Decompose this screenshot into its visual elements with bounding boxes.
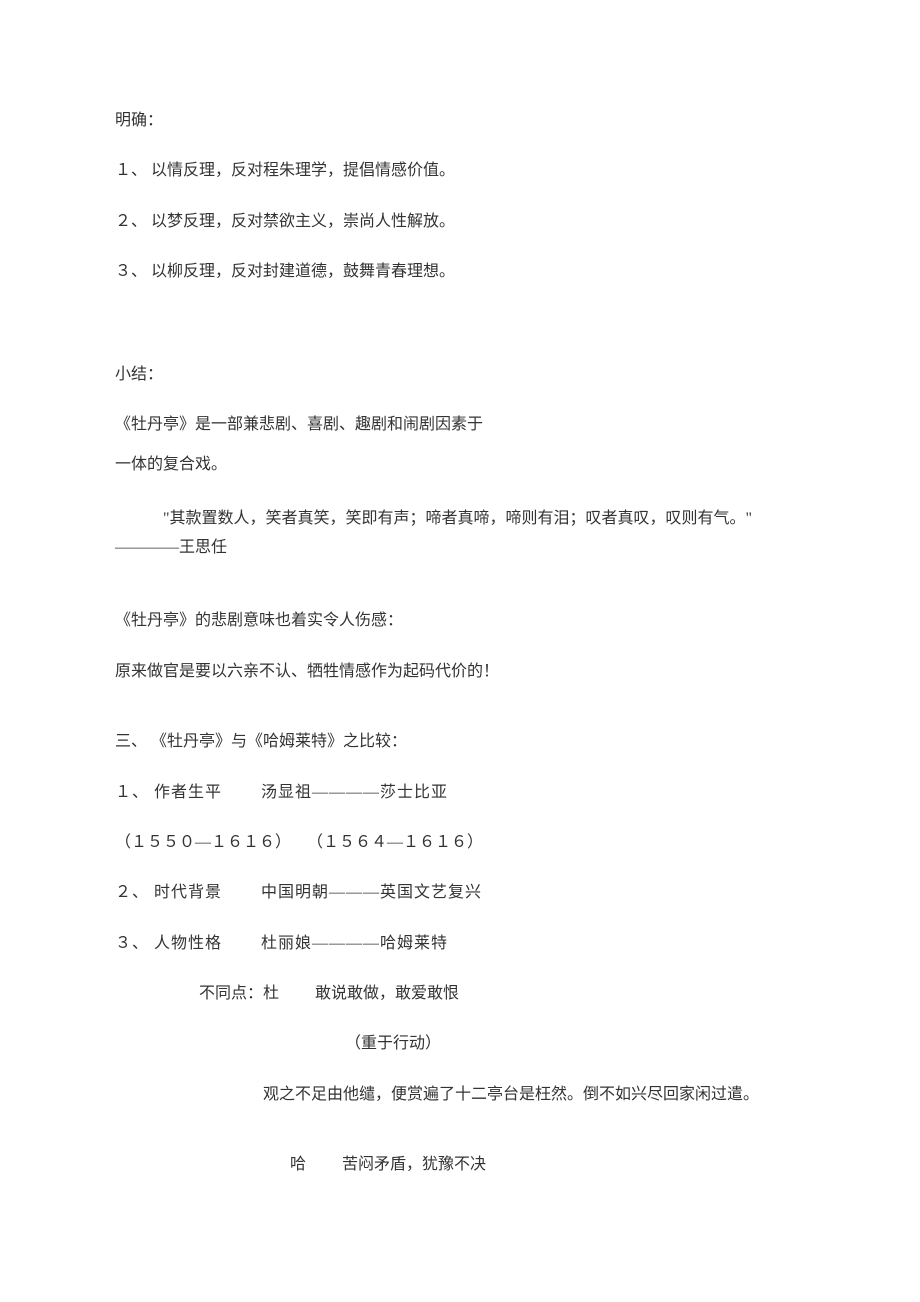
compare-character: ３、 人物性格 杜丽娘————哈姆莱特 — [115, 933, 805, 955]
compare-era: ２、 时代背景 中国明朝———英国文艺复兴 — [115, 882, 805, 904]
quote-block: "其款置数人，笑者真笑，笑即有声；啼者真啼，啼则有泪；叹者真叹，叹则有气。" —… — [115, 505, 805, 563]
point-1: １、 以情反理，反对程朱理学，提倡情感价值。 — [115, 160, 805, 182]
summary-line-2: 一体的复合戏。 — [115, 454, 805, 476]
point-2: ２、 以梦反理，反对禁欲主义，崇尚人性解放。 — [115, 211, 805, 233]
compare-heading: 三、 《牡丹亭》与《哈姆莱特》之比较： — [115, 731, 805, 753]
diff-du-note: （重于行动） — [115, 1033, 805, 1055]
heading-mingque: 明确： — [115, 110, 805, 132]
point-3: ３、 以柳反理，反对封建道德，鼓舞青春理想。 — [115, 261, 805, 283]
tragedy-content: 原来做官是要以六亲不认、牺牲情感作为起码代价的！ — [115, 661, 805, 683]
summary-line-1: 《牡丹亭》是一部兼悲剧、喜剧、趣剧和闹剧因素于 — [115, 414, 805, 436]
compare-years: （１５５０—１６１６） （１５６４—１６１６） — [115, 832, 805, 854]
diff-du-quote: 观之不足由他缱，便赏遍了十二亭台是枉然。倒不如兴尽回家闲过遣。 — [115, 1084, 805, 1106]
diff-ha: 哈 苦闷矛盾，犹豫不决 — [115, 1154, 805, 1176]
compare-author: １、 作者生平 汤显祖————莎士比亚 — [115, 782, 805, 804]
heading-summary: 小结： — [115, 364, 805, 386]
diff-du: 不同点：杜 敢说敢做，敢爱敢恨 — [115, 983, 805, 1005]
tragedy-heading: 《牡丹亭》的悲剧意味也着实令人伤感： — [115, 610, 805, 632]
